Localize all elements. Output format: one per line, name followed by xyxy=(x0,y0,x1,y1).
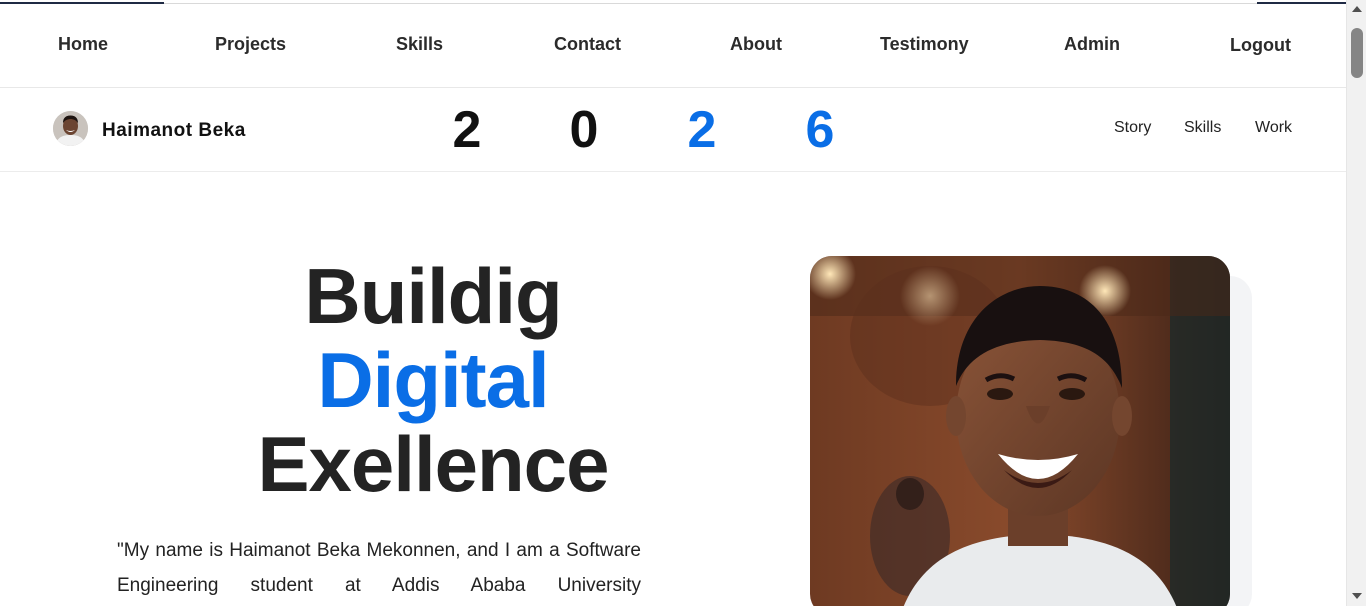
scroll-thumb[interactable] xyxy=(1351,28,1363,78)
avatar xyxy=(53,111,88,146)
hero-photo xyxy=(810,256,1230,606)
scroll-down-arrow-icon[interactable] xyxy=(1352,593,1362,599)
hero-title-line-1: Buildig xyxy=(304,252,562,340)
portrait-photo-icon xyxy=(810,256,1230,606)
nav-testimony[interactable]: Testimony xyxy=(880,34,969,55)
scroll-up-arrow-icon[interactable] xyxy=(1352,6,1362,12)
nav-contact[interactable]: Contact xyxy=(554,34,621,55)
main-navbar: Home Projects Skills Contact About Testi… xyxy=(0,4,1346,88)
hero-title: Buildig Digital Exellence xyxy=(210,254,656,506)
logout-button[interactable]: Logout xyxy=(1230,35,1291,56)
nav-admin[interactable]: Admin xyxy=(1064,34,1120,55)
year-digit-2: 0 xyxy=(569,101,599,159)
vertical-scrollbar[interactable] xyxy=(1346,0,1366,606)
year-digit-4: 6 xyxy=(805,101,835,159)
brand-bar: Haimanot Beka 2 0 2 6 Story Skills Work xyxy=(0,88,1346,172)
profile-photo-icon xyxy=(53,111,88,146)
year-digit-3: 2 xyxy=(687,101,717,159)
subnav-work[interactable]: Work xyxy=(1255,119,1292,137)
year-digit-1: 2 xyxy=(452,101,482,159)
nav-home[interactable]: Home xyxy=(58,34,108,55)
hero-title-line-2: Digital xyxy=(317,336,549,424)
nav-about[interactable]: About xyxy=(730,34,782,55)
subnav-skills[interactable]: Skills xyxy=(1184,119,1221,137)
brand-name: Haimanot Beka xyxy=(102,120,246,141)
subnav-story[interactable]: Story xyxy=(1114,119,1151,137)
hero-title-line-3: Exellence xyxy=(257,420,610,508)
hero-intro-text: "My name is Haimanot Beka Mekonnen, and … xyxy=(117,540,641,596)
nav-projects[interactable]: Projects xyxy=(215,34,286,55)
nav-skills[interactable]: Skills xyxy=(396,34,443,55)
